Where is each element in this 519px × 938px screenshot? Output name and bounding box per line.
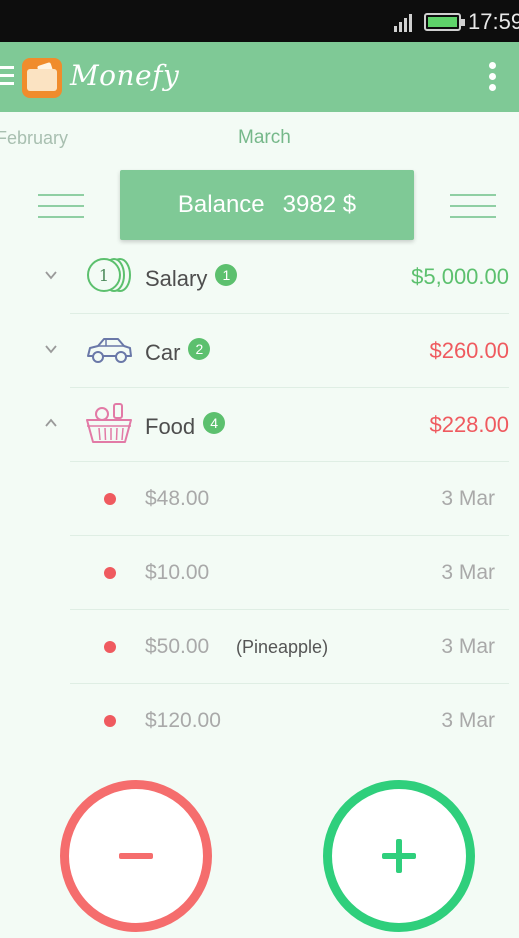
expense-dot-icon — [104, 715, 116, 727]
transaction-row[interactable]: $120.00 3 Mar — [0, 684, 519, 758]
expense-dot-icon — [104, 493, 116, 505]
category-label: Food — [145, 414, 196, 439]
app-title: Monefy — [70, 59, 180, 92]
app-bar: Monefy — [0, 42, 519, 112]
transaction-amount: $50.00 — [145, 635, 210, 658]
left-list-icon[interactable] — [38, 194, 84, 222]
chevron-down-icon[interactable] — [44, 342, 58, 356]
count-badge: 4 — [203, 412, 226, 434]
count-badge: 2 — [188, 338, 211, 360]
category-name: Food 4 — [145, 412, 226, 440]
plus-icon — [382, 839, 416, 873]
overflow-menu-icon[interactable] — [489, 62, 497, 92]
svg-text:1: 1 — [99, 266, 109, 285]
status-bar: 17:59 — [0, 0, 519, 42]
coins-icon: 1 — [87, 258, 131, 292]
transaction-amount: $48.00 — [145, 487, 210, 510]
chevron-up-icon[interactable] — [44, 416, 58, 430]
chevron-down-icon[interactable] — [44, 268, 58, 282]
status-time: 17:59 — [468, 9, 519, 34]
expense-dot-icon — [104, 641, 116, 653]
balance-label: Balance — [177, 191, 265, 218]
count-badge: 1 — [215, 264, 238, 286]
add-expense-button[interactable] — [60, 780, 212, 932]
food-basket-icon — [86, 403, 132, 443]
category-amount: $5,000.00 — [411, 264, 509, 289]
minus-icon — [119, 853, 153, 859]
transaction-row[interactable]: $10.00 3 Mar — [0, 536, 519, 610]
expense-dot-icon — [104, 567, 116, 579]
transaction-row[interactable]: $48.00 3 Mar — [0, 462, 519, 536]
category-amount: $260.00 — [429, 338, 509, 363]
transaction-amount: $10.00 — [145, 561, 210, 584]
balance-button[interactable]: Balance 3982 $ — [120, 170, 414, 240]
balance-value: 3982 $ — [282, 191, 357, 218]
month-current[interactable]: March — [238, 127, 291, 149]
transaction-date: 3 Mar — [441, 487, 495, 510]
category-name: Salary 1 — [145, 264, 238, 292]
category-name: Car 2 — [145, 338, 211, 366]
right-list-icon[interactable] — [450, 194, 496, 222]
month-previous[interactable]: February — [0, 128, 68, 149]
transaction-note: (Pineapple) — [236, 637, 329, 657]
transaction-row[interactable]: $50.00 (Pineapple) 3 Mar — [0, 610, 519, 684]
car-icon — [87, 338, 132, 363]
transaction-date: 3 Mar — [441, 561, 495, 584]
transaction-date: 3 Mar — [441, 709, 495, 732]
category-row-car[interactable]: Car 2 $260.00 — [0, 314, 519, 388]
month-selector[interactable]: February March — [0, 112, 519, 162]
transaction-date: 3 Mar — [441, 635, 495, 658]
category-amount: $228.00 — [429, 412, 509, 437]
category-label: Salary — [145, 266, 208, 291]
add-income-button[interactable] — [323, 780, 475, 932]
transaction-amount: $120.00 — [145, 709, 221, 732]
main-content: February March Balance 3982 $ 1 Salary 1 … — [0, 112, 519, 938]
battery-icon — [424, 13, 465, 31]
category-label: Car — [145, 340, 181, 365]
category-row-food[interactable]: Food 4 $228.00 — [0, 388, 519, 462]
wallet-logo-icon — [22, 58, 62, 98]
menu-icon[interactable] — [0, 66, 14, 88]
signal-icon — [394, 14, 412, 32]
category-row-salary[interactable]: 1 Salary 1 $5,000.00 — [0, 240, 519, 314]
